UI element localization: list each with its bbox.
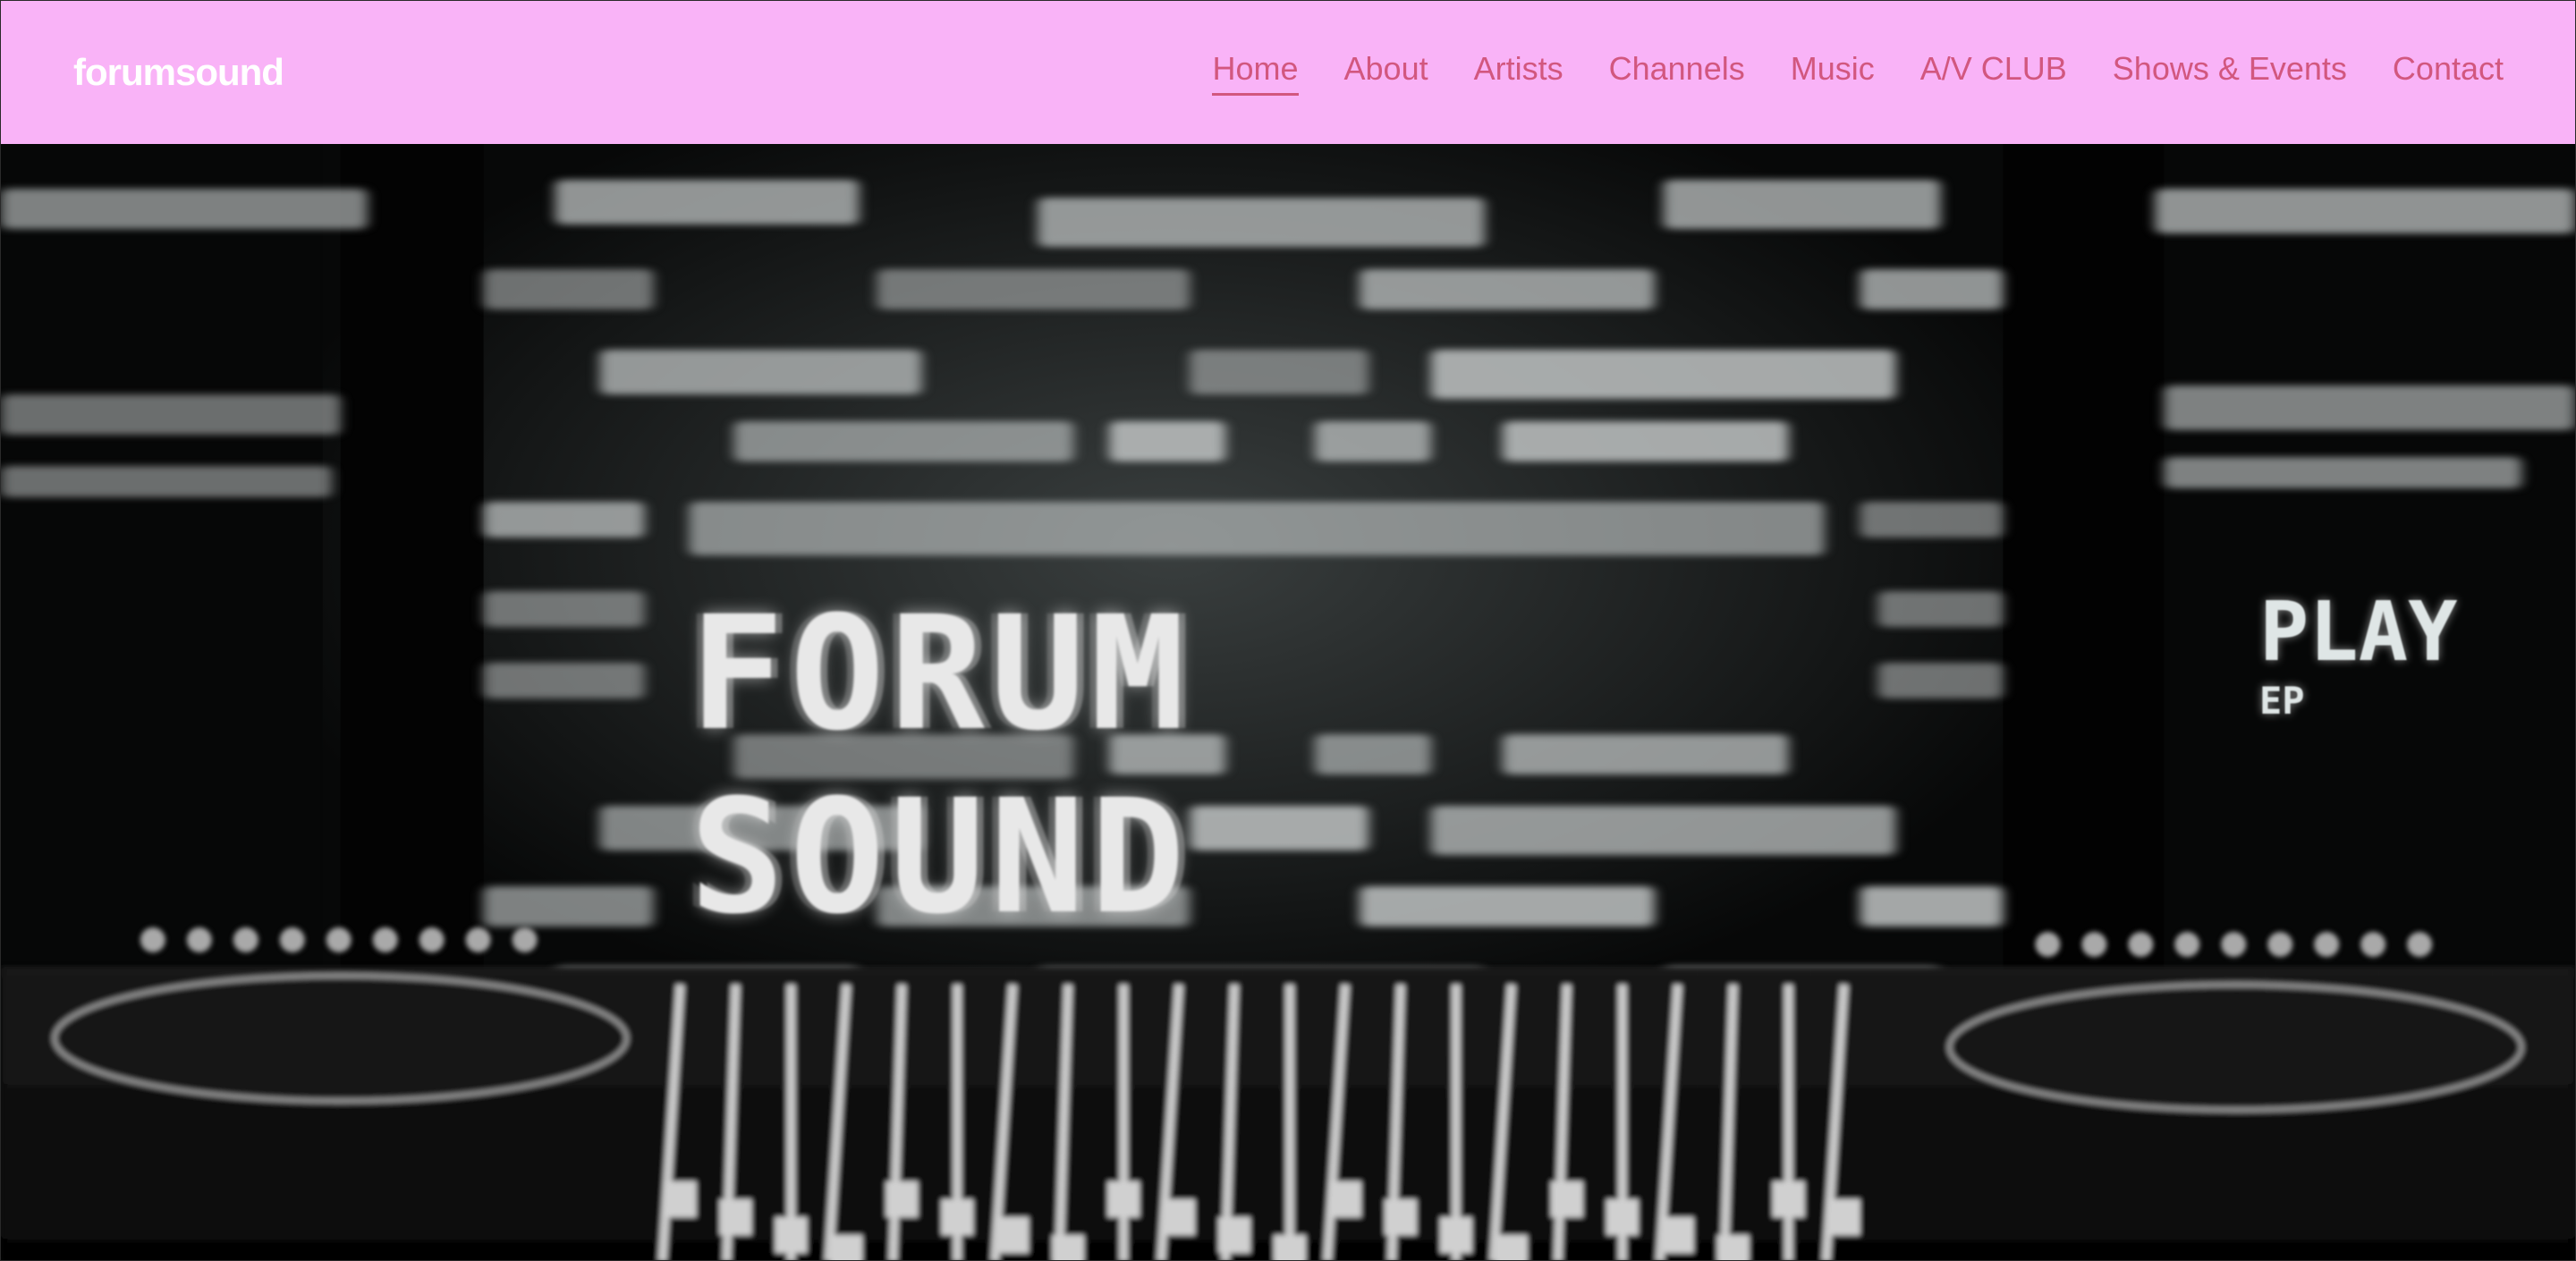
nav-about[interactable]: About	[1344, 50, 1428, 96]
nav-channels[interactable]: Channels	[1609, 50, 1745, 96]
site-logo-link[interactable]: forumsound	[73, 51, 284, 94]
page: forumsound Home About Artists Channels M…	[0, 0, 2576, 1261]
ep-label: EP	[2259, 679, 2305, 723]
hero-title: FORUM SOUND	[690, 582, 1191, 949]
nav-music[interactable]: Music	[1791, 50, 1875, 96]
nav-av-club[interactable]: A/V CLUB	[1920, 50, 2067, 96]
nav-contact[interactable]: Contact	[2393, 50, 2504, 96]
play-label: PLAY	[2259, 584, 2458, 680]
play-ep-badge: PLAY EP	[2259, 584, 2474, 724]
site-header: forumsound Home About Artists Channels M…	[1, 1, 2575, 144]
nav-shows-events[interactable]: Shows & Events	[2113, 50, 2347, 96]
hero-video[interactable]: FORUM SOUND PLAY EP	[1, 144, 2575, 1260]
main-nav: Home About Artists Channels Music A/V CL…	[1212, 50, 2504, 96]
nav-home[interactable]: Home	[1212, 50, 1299, 96]
nav-artists[interactable]: Artists	[1474, 50, 1563, 96]
